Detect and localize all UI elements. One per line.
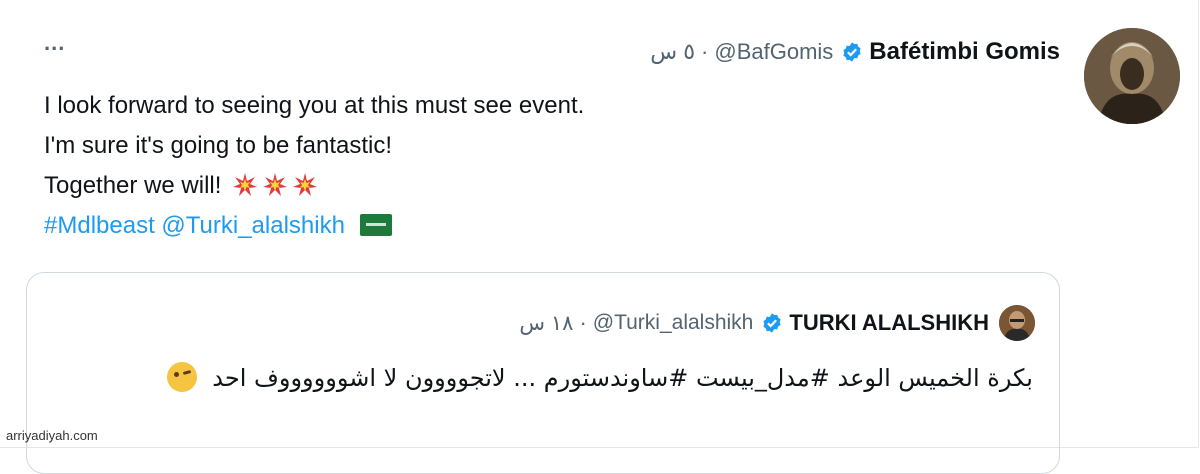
collision-emoji-icon (293, 173, 318, 196)
avatar-image-icon (1084, 28, 1180, 124)
tweet[interactable]: ... ٥ س · @BafGomis Bafétimbi Gomis I lo… (0, 0, 1200, 474)
author-avatar[interactable] (1084, 28, 1180, 124)
tweet-line-1: I look forward to seeing you at this mus… (44, 92, 585, 119)
verified-badge-icon (763, 313, 781, 333)
author-name[interactable]: Bafétimbi Gomis (869, 38, 1060, 66)
quoted-author-name: TURKI ALALSHIKH (789, 310, 989, 335)
tweet-header: ٥ س · @BafGomis Bafétimbi Gomis (650, 34, 1060, 70)
collision-emoji-icon (263, 173, 288, 196)
quoted-separator-dot: · (579, 310, 587, 335)
collision-emoji-icon (233, 173, 258, 196)
more-options-icon[interactable]: ... (44, 32, 65, 54)
author-handle[interactable]: @BafGomis (714, 39, 833, 65)
avatar-image-icon (999, 305, 1035, 341)
watermark: arriyadiyah.com (6, 428, 98, 443)
tweet-text: I look forward to seeing you at this mus… (44, 86, 584, 246)
quoted-author-avatar (999, 305, 1035, 341)
quoted-author-handle: @Turki_alalshikh (592, 311, 754, 334)
tweet-time[interactable]: ٥ س (650, 39, 695, 65)
quoted-tweet-time: ١٨ س (519, 311, 574, 335)
separator-dot: · (701, 39, 709, 64)
quoted-tweet-header: ١٨ س · @Turki_alalshikh TURKI ALALSHIKH (519, 305, 1035, 341)
tweet-line-3-text: Together we will! (44, 172, 222, 199)
quoted-tweet-text: بكرة الخميس الوعد #مدل_بيست #ساوندستورم … (53, 357, 1033, 399)
hashtag-link[interactable]: #Mdlbeast (44, 212, 155, 239)
tweet-line-4: #Mdlbeast @Turki_alalshikh (44, 206, 584, 246)
saudi-flag-icon (359, 214, 392, 236)
tweet-line-3: Together we will! (44, 166, 584, 206)
zany-face-emoji-icon (166, 362, 197, 392)
mention-link[interactable]: @Turki_alalshikh (161, 212, 345, 239)
tweet-line-2: I'm sure it's going to be fantastic! (44, 132, 392, 159)
quoted-tweet[interactable]: ١٨ س · @Turki_alalshikh TURKI ALALSHIKH … (26, 272, 1060, 474)
quoted-tweet-body: بكرة الخميس الوعد #مدل_بيست #ساوندستورم … (212, 364, 1033, 392)
verified-badge-icon (843, 42, 861, 62)
